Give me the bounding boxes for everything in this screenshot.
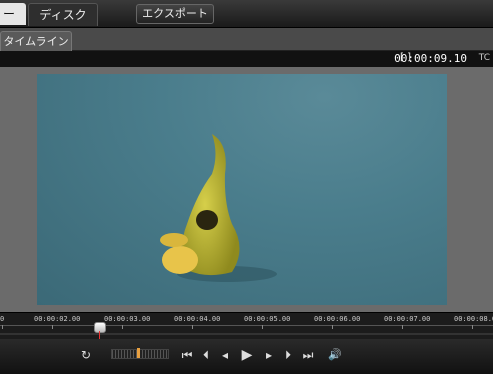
ruler-tick bbox=[472, 325, 473, 329]
ruler-tick bbox=[402, 325, 403, 329]
playback-controls: ↻ ⏮ ⏴ ◂ ▶ ▸ ⏵ ⏭ 🔊 bbox=[0, 339, 493, 374]
ruler-label: 00:00:08.00 bbox=[454, 315, 493, 323]
last-frame-icon[interactable]: ⏭ bbox=[300, 347, 316, 363]
volume-icon[interactable]: 🔊 bbox=[327, 347, 343, 363]
ruler-label: 0 bbox=[0, 315, 5, 323]
ruler-tick bbox=[262, 325, 263, 329]
ruler-line bbox=[0, 325, 493, 326]
ruler-tick bbox=[2, 325, 3, 329]
ruler-label: 00:00:06.00 bbox=[314, 315, 361, 323]
tab-active[interactable]: ー bbox=[0, 3, 26, 25]
ruler-tick bbox=[192, 325, 193, 329]
ruler-tick bbox=[332, 325, 333, 329]
ruler-label: 00:00:07.00 bbox=[384, 315, 431, 323]
step-forward-icon[interactable]: ▸ bbox=[262, 347, 276, 363]
preview-area bbox=[0, 67, 493, 312]
ruler-label: 00:00:04.00 bbox=[174, 315, 221, 323]
timecode-bar: [ ] 00:00:09.10 TC bbox=[0, 51, 493, 67]
next-marker-icon[interactable]: ⏵ bbox=[281, 347, 295, 363]
timecode-mode[interactable]: TC bbox=[479, 53, 490, 63]
timecode-display: 00:00:09.10 bbox=[394, 52, 467, 65]
play-icon[interactable]: ▶ bbox=[239, 347, 255, 363]
loop-icon[interactable]: ↻ bbox=[78, 347, 94, 363]
ruler-tick bbox=[52, 325, 53, 329]
timeline-ruler[interactable]: 0 00:00:02.00 00:00:03.00 00:00:04.00 00… bbox=[0, 312, 493, 339]
playhead-line bbox=[99, 331, 100, 339]
ruler-label: 00:00:03.00 bbox=[104, 315, 151, 323]
playhead-handle[interactable] bbox=[94, 322, 106, 333]
video-image bbox=[160, 134, 277, 282]
jog-knob[interactable] bbox=[137, 348, 140, 358]
timeline-track[interactable] bbox=[0, 333, 493, 335]
video-frame bbox=[37, 74, 447, 305]
jog-shuttle[interactable] bbox=[111, 349, 169, 359]
tab-disc[interactable]: ディスク bbox=[28, 3, 98, 26]
step-back-icon[interactable]: ◂ bbox=[218, 347, 232, 363]
ruler-label: 00:00:02.00 bbox=[34, 315, 81, 323]
ruler-tick bbox=[122, 325, 123, 329]
ruler-label: 00:00:05.00 bbox=[244, 315, 291, 323]
prev-marker-icon[interactable]: ⏴ bbox=[199, 347, 213, 363]
sub-tab-bar: タイムライン bbox=[0, 28, 493, 51]
first-frame-icon[interactable]: ⏮ bbox=[179, 347, 195, 363]
tab-timeline[interactable]: タイムライン bbox=[0, 31, 72, 51]
top-menu-bar: ー ディスク エクスポート bbox=[0, 0, 493, 28]
export-button[interactable]: エクスポート bbox=[136, 4, 214, 24]
